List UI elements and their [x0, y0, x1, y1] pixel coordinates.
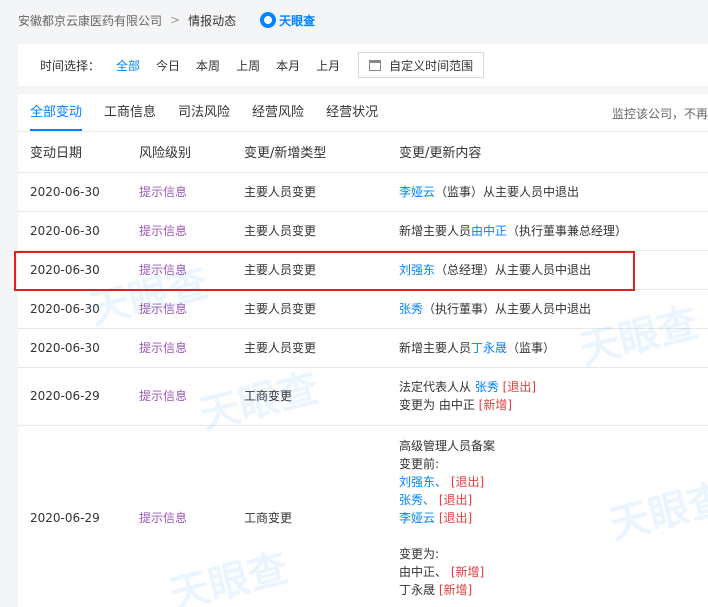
filter-option-this-week[interactable]: 本周 [196, 57, 220, 74]
change-log-panel: 天眼查 天眼查 天眼查 天眼查 天眼查 全部变动 工商信息 司法风险 经营风险 … [18, 94, 708, 607]
row-content: 新增主要人员丁永晟（监事） [399, 328, 708, 368]
table-row: 2020-06-30 提示信息 主要人员变更 新增主要人员由中正（执行董事兼总经理） [18, 211, 708, 251]
row-type: 主要人员变更 [244, 172, 399, 212]
row-content: 李娅云（监事）从主要人员中退出 [399, 172, 708, 212]
monitor-company-link[interactable]: 监控该公司，不再 [612, 105, 708, 122]
person-link[interactable]: 李娅云 [399, 511, 435, 525]
row-content: 新增主要人员由中正（执行董事兼总经理） [399, 211, 708, 251]
person-link[interactable]: 张秀、 [399, 493, 435, 507]
after-label: 变更为: [399, 546, 440, 561]
row-type: 主要人员变更 [244, 328, 399, 368]
table-row: 2020-06-29 提示信息 工商变更 高级管理人员备案 变更前: 刘强东、 … [18, 425, 708, 607]
person-link[interactable]: 张秀 [475, 380, 499, 394]
breadcrumb-separator: > [170, 13, 181, 27]
change-table: 变动日期 风险级别 变更/新增类型 变更/更新内容 2020-06-30 提示信息… [18, 132, 708, 607]
person-name: 丁永晟 [399, 582, 436, 597]
table-row: 2020-06-30 提示信息 主要人员变更 李娅云（监事）从主要人员中退出 [18, 172, 708, 212]
time-filter-label: 时间选择： [40, 58, 101, 73]
header-type: 变更/新增类型 [244, 132, 399, 173]
new-tag: [新增] [478, 398, 513, 412]
header-date: 变动日期 [18, 132, 139, 173]
content-text: （执行董事兼总经理） [507, 223, 628, 238]
row-content: 刘强东（总经理）从主要人员中退出 [399, 250, 708, 290]
table-row: 2020-06-30 提示信息 主要人员变更 新增主要人员丁永晟（监事） [18, 328, 708, 368]
person-name: 由中正 [438, 398, 475, 412]
new-tag: [新增] [450, 564, 485, 579]
breadcrumb: 安徽都京云康医药有限公司 > 情报动态 天眼查 [0, 0, 708, 40]
row-content: 张秀（执行董事）从主要人员中退出 [399, 289, 708, 329]
exit-tag: [退出] [450, 474, 485, 489]
tab-all-changes[interactable]: 全部变动 [30, 101, 83, 131]
filter-option-last-month[interactable]: 上月 [316, 57, 340, 74]
row-date: 2020-06-30 [18, 328, 139, 368]
logo-icon [260, 12, 277, 28]
content-title: 高级管理人员备案 [399, 438, 496, 453]
filter-option-last-week[interactable]: 上周 [236, 57, 260, 74]
row-date: 2020-06-30 [18, 172, 139, 212]
content-text: （总经理）从主要人员中退出 [435, 262, 592, 277]
content-text: （执行董事）从主要人员中退出 [423, 301, 592, 316]
header-content: 变更/更新内容 [399, 132, 708, 173]
custom-range-label: 自定义时间范围 [389, 58, 474, 73]
row-date: 2020-06-30 [18, 289, 139, 329]
new-tag: [新增] [438, 582, 473, 597]
table-row: 2020-06-30 提示信息 主要人员变更 刘强东（总经理）从主要人员中退出 [18, 250, 708, 290]
row-risk[interactable]: 提示信息 [139, 425, 244, 607]
person-name: 由中正、 [399, 564, 448, 579]
content-text: 法定代表人从 [399, 380, 475, 394]
row-risk[interactable]: 提示信息 [139, 250, 244, 290]
table-row: 2020-06-29 提示信息 工商变更 法定代表人从 张秀 [退出] 变更为 … [18, 367, 708, 426]
content-text: 新增主要人员 [399, 223, 472, 238]
before-label: 变更前: [399, 456, 440, 471]
row-risk[interactable]: 提示信息 [139, 211, 244, 251]
person-link[interactable]: 由中正 [471, 224, 507, 238]
header-risk: 风险级别 [139, 132, 244, 173]
content-text: （监事）从主要人员中退出 [435, 184, 580, 199]
row-date: 2020-06-30 [18, 250, 139, 290]
person-link[interactable]: 李娅云 [399, 185, 435, 199]
row-type: 工商变更 [244, 367, 399, 426]
person-link[interactable]: 丁永晟 [471, 341, 507, 355]
filter-option-all[interactable]: 全部 [116, 57, 140, 74]
tab-operating-risk[interactable]: 经营风险 [252, 101, 304, 131]
row-type: 主要人员变更 [244, 250, 399, 290]
row-content: 法定代表人从 张秀 [退出] 变更为 由中正 [新增] [399, 367, 708, 426]
breadcrumb-current: 情报动态 [188, 13, 237, 28]
breadcrumb-company[interactable]: 安徽都京云康医药有限公司 [18, 12, 162, 29]
row-date: 2020-06-29 [18, 425, 139, 607]
row-risk[interactable]: 提示信息 [139, 289, 244, 329]
row-risk[interactable]: 提示信息 [139, 328, 244, 368]
person-link[interactable]: 张秀 [399, 302, 423, 316]
content-text: 新增主要人员 [399, 340, 472, 355]
filter-option-today[interactable]: 今日 [156, 57, 180, 74]
exit-tag: [退出] [438, 492, 473, 507]
tab-business-info[interactable]: 工商信息 [104, 101, 156, 131]
row-risk[interactable]: 提示信息 [139, 172, 244, 212]
calendar-icon [369, 59, 382, 71]
tab-operating-status[interactable]: 经营状况 [326, 101, 378, 131]
exit-tag: [退出] [502, 380, 537, 394]
row-type: 主要人员变更 [244, 289, 399, 329]
row-type: 工商变更 [244, 425, 399, 607]
filter-option-this-month[interactable]: 本月 [276, 57, 300, 74]
logo-text: 天眼查 [279, 13, 316, 28]
person-link[interactable]: 刘强东 [399, 263, 435, 277]
tianyancha-logo: 天眼查 [260, 12, 315, 29]
row-date: 2020-06-29 [18, 367, 139, 426]
row-date: 2020-06-30 [18, 211, 139, 251]
content-text: 变更为 [399, 398, 439, 412]
row-type: 主要人员变更 [244, 211, 399, 251]
tab-legal-risk[interactable]: 司法风险 [178, 101, 230, 131]
tab-bar: 全部变动 工商信息 司法风险 经营风险 经营状况 监控该公司，不再 [18, 94, 708, 132]
exit-tag: [退出] [438, 510, 473, 525]
row-content: 高级管理人员备案 变更前: 刘强东、 [退出] 张秀、 [退出] 李娅云 [退出… [399, 425, 708, 607]
table-row: 2020-06-30 提示信息 主要人员变更 张秀（执行董事）从主要人员中退出 [18, 289, 708, 329]
custom-range-button[interactable]: 自定义时间范围 [358, 52, 485, 78]
row-risk[interactable]: 提示信息 [139, 367, 244, 426]
time-filter-bar: 时间选择： 全部 今日 本周 上周 本月 上月 自定义时间范围 [18, 44, 708, 86]
person-link[interactable]: 刘强东、 [399, 475, 447, 489]
content-text: （监事） [507, 340, 556, 355]
table-header-row: 变动日期 风险级别 变更/新增类型 变更/更新内容 [18, 132, 708, 173]
